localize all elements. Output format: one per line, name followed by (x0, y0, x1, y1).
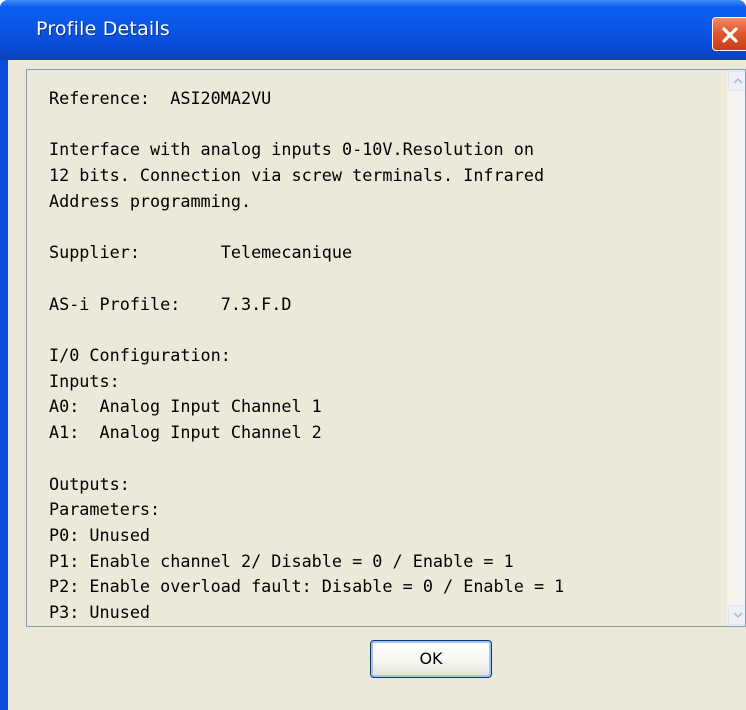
scroll-down-button[interactable] (728, 605, 745, 625)
window-title: Profile Details (36, 18, 170, 40)
details-line: Supplier: Telemecanique (49, 242, 353, 263)
details-line: Address programming. (49, 190, 252, 211)
details-line: Reference: ASI20MA2VU (49, 88, 272, 108)
details-line: Outputs: (49, 473, 130, 494)
profile-details-dialog: Profile Details Reference: ASI20MA2VU In… (0, 0, 746, 710)
details-line: P0: Unused (49, 524, 151, 545)
details-line: AS-i Profile: 7.3.F.D (49, 293, 292, 314)
details-line: I/0 Configuration: (49, 345, 231, 366)
details-line: Parameters: (49, 499, 161, 520)
profile-details-textbox[interactable]: Reference: ASI20MA2VU Interface with ana… (26, 69, 746, 627)
close-button[interactable] (712, 17, 746, 51)
dialog-body: Reference: ASI20MA2VU Interface with ana… (8, 60, 746, 710)
scroll-up-button[interactable] (728, 71, 745, 91)
title-bar[interactable]: Profile Details (0, 0, 746, 60)
vertical-scrollbar[interactable] (727, 70, 745, 626)
profile-details-text: Reference: ASI20MA2VU Interface with ana… (49, 86, 729, 626)
details-line: A1: Analog Input Channel 2 (49, 422, 322, 443)
close-icon (722, 27, 738, 43)
ok-button[interactable]: OK (370, 640, 492, 678)
details-line: P2: Enable overload fault: Disable = 0 /… (49, 576, 565, 597)
details-line: P1: Enable channel 2/ Disable = 0 / Enab… (49, 550, 514, 571)
scroll-up-arrow-icon (733, 77, 743, 84)
details-line: A0: Analog Input Channel 1 (49, 396, 322, 417)
details-line: P3: Unused (49, 602, 151, 623)
details-line: Interface with analog inputs 0-10V.Resol… (49, 139, 534, 160)
details-line: Inputs: (49, 370, 120, 391)
details-line: 12 bits. Connection via screw terminals.… (49, 165, 545, 186)
scroll-down-arrow-icon (733, 612, 743, 619)
